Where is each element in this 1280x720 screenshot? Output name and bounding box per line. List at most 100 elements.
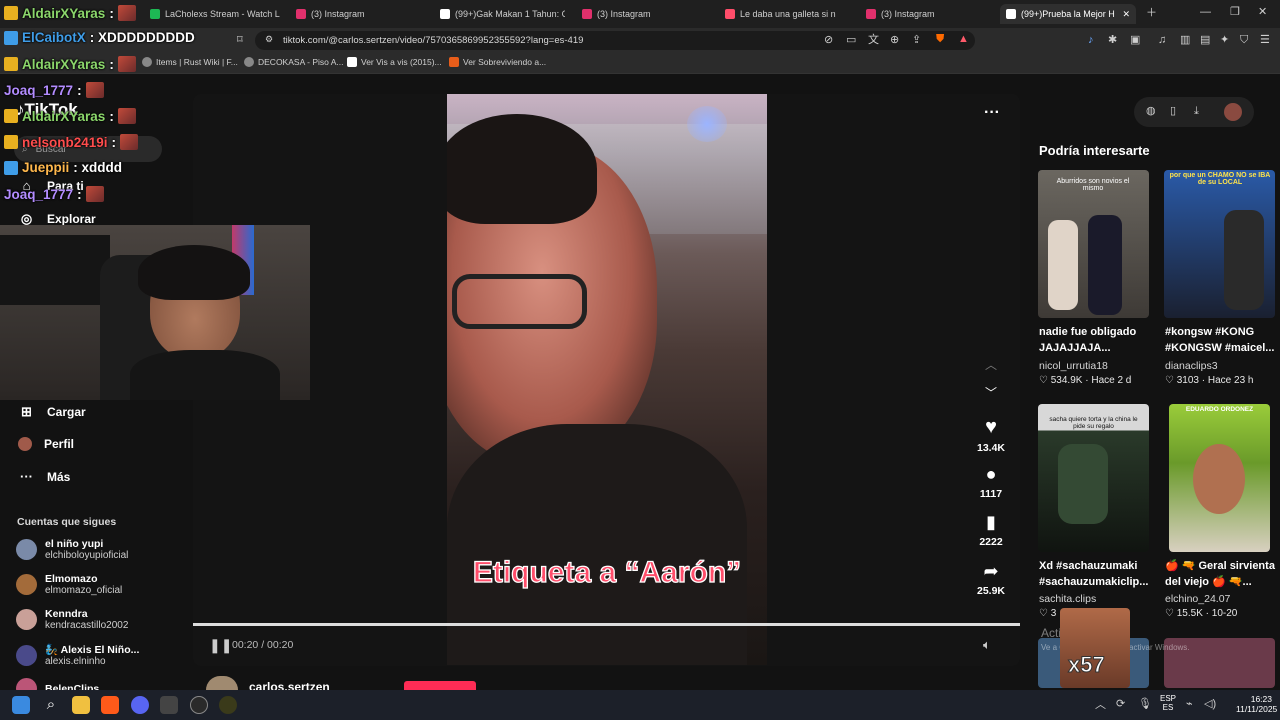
site-info-icon[interactable]: ⚙ — [265, 35, 273, 44]
app-icon[interactable] — [190, 696, 208, 714]
following-item[interactable]: Elmomazo elmomazo_oficial — [16, 573, 122, 596]
emote-multiplier: x57 — [1068, 652, 1106, 678]
language-indicator[interactable]: ESP ES — [1160, 694, 1176, 712]
media-icon[interactable]: ♫ — [1158, 35, 1166, 46]
cast-icon[interactable]: ▭ — [846, 35, 856, 46]
brave-shield-icon[interactable]: ⛊ — [936, 34, 944, 45]
browser-tab[interactable]: LaCholexs Stream - Watch Live — [150, 4, 280, 24]
new-tab-icon[interactable]: ＋ — [1146, 8, 1157, 19]
progress-track[interactable] — [193, 623, 1020, 626]
bookmark-icon[interactable]: ⌑ — [237, 35, 243, 46]
download-icon[interactable]: ⤓ — [1194, 106, 1199, 117]
avatar[interactable] — [1224, 103, 1242, 121]
follow-button[interactable] — [404, 681, 476, 690]
like-button[interactable]: ♥ 13.4K — [972, 416, 1010, 454]
browser-tab[interactable]: Le daba una galleta si n — [725, 4, 850, 24]
heart-outline-icon: ♡ — [1165, 608, 1177, 619]
chat-message: ElCaibotX: XDDDDDDDDD — [4, 30, 195, 45]
zoom-icon[interactable]: ⊕ — [890, 35, 899, 46]
bookmark-item[interactable]: DECOKASA - Piso A... — [244, 57, 344, 67]
sync-icon[interactable]: ⟳ — [1116, 699, 1125, 710]
menu-icon[interactable]: ☰ — [1260, 35, 1270, 46]
shirt-shape — [447, 424, 747, 665]
nav-more[interactable]: ··· Más — [18, 469, 70, 484]
share-icon[interactable]: ⇪ — [912, 35, 921, 46]
share-button[interactable]: ➦ 25.9K — [972, 561, 1010, 597]
app-icon[interactable] — [219, 696, 237, 714]
discord-icon[interactable] — [131, 696, 149, 714]
heart-outline-icon: ♡ — [1039, 375, 1051, 386]
tv-shape — [0, 235, 110, 305]
device-icon[interactable]: ▯ — [1170, 106, 1176, 117]
app-icon[interactable] — [160, 696, 178, 714]
vpn-icon[interactable]: ⛉ — [1240, 35, 1248, 46]
recommended-thumbnail[interactable]: Aburridos son novios el mismo — [1038, 170, 1149, 318]
chevron-down-icon[interactable]: ﹀ — [985, 384, 997, 401]
rewards-icon[interactable]: ▲ — [958, 34, 969, 45]
following-item[interactable]: el niño yupi elchiboloyupioficial — [16, 538, 128, 561]
close-tab-icon[interactable]: ✕ — [1122, 9, 1130, 20]
sidebar-icon[interactable]: ▥ — [1180, 35, 1190, 46]
following-item[interactable]: 🧞 Alexis El Niño... alexis.elninho — [16, 643, 139, 667]
recommended-thumbnail[interactable]: EDUARDO ORDONEZ — [1169, 404, 1270, 552]
twitch-badge-icon — [4, 160, 18, 175]
chat-message: AldairXYaras: — [4, 56, 136, 72]
more-options-icon[interactable]: ··· — [984, 104, 1000, 122]
nav-upload[interactable]: ⊞ Cargar — [18, 404, 86, 420]
wallet-icon[interactable]: ▣ — [1130, 35, 1140, 46]
chat-message: Joaq_1777: — [4, 186, 104, 202]
recommended-header: Podría interesarte — [1039, 143, 1150, 158]
following-item[interactable]: Kenndra kendracastillo2002 — [16, 608, 128, 631]
clock[interactable]: 16:23 11/11/2025 — [1236, 694, 1277, 714]
windows-start-icon[interactable] — [12, 696, 30, 714]
bookmark-item[interactable]: Items | Rust Wiki | F... — [142, 57, 238, 67]
network-icon[interactable]: ⌁ — [1186, 699, 1193, 710]
nav-profile[interactable]: Perfil — [18, 437, 74, 451]
author-avatar[interactable] — [206, 676, 238, 690]
browser-tab-active[interactable]: (99+)Prueba la Mejor H ✕ — [1000, 4, 1136, 24]
wallet-icon[interactable]: ▤ — [1200, 35, 1210, 46]
coin-icon[interactable]: ◍ — [1146, 106, 1156, 117]
person-shape — [1048, 220, 1078, 310]
pause-icon[interactable]: ❚❚ — [209, 637, 232, 654]
search-icon[interactable]: ⌕ — [42, 696, 60, 714]
file-explorer-icon[interactable] — [72, 696, 90, 714]
volume-icon[interactable]: ◁) — [1204, 699, 1216, 710]
avatar — [16, 574, 37, 595]
hair-shape — [447, 114, 597, 224]
volume-icon[interactable]: 🔈︎ — [983, 637, 991, 653]
chevron-up-icon[interactable]: ︿ — [985, 356, 997, 373]
browser-tab[interactable]: (3) Instagram — [296, 4, 426, 24]
recommended-thumbnail[interactable]: por que un CHAMO NO se IBA de su LOCAL — [1164, 170, 1275, 318]
following-header: Cuentas que sigues — [17, 516, 117, 528]
crown-badge-icon — [4, 6, 18, 20]
avatar — [16, 609, 37, 630]
url-input[interactable]: ⚙ tiktok.com/@carlos.sertzen/video/75703… — [255, 31, 975, 50]
emote-icon — [85, 82, 104, 98]
mic-icon[interactable]: 🎙︎ — [1138, 699, 1152, 710]
header-controls: ◍ ▯ ⤓ — [1134, 97, 1254, 127]
emote-icon — [117, 108, 136, 124]
leo-icon[interactable]: ✦ — [1220, 35, 1229, 46]
translate-icon[interactable]: 文 — [868, 35, 879, 46]
browser-tab[interactable]: (99+)Gak Makan 1 Tahun: Cer — [440, 4, 565, 24]
maximize-icon[interactable]: ❐ — [1230, 7, 1240, 18]
recommended-thumbnail[interactable]: sacha quiere torta y la china le pide su… — [1038, 404, 1149, 552]
bookmarks-bar: Items | Rust Wiki | F... DECOKASA - Piso… — [0, 53, 1280, 74]
close-window-icon[interactable]: ✕ — [1258, 7, 1267, 18]
tray-chevron-icon[interactable]: ︿ — [1095, 700, 1106, 711]
minimize-icon[interactable]: — — [1200, 7, 1211, 18]
progress-fill — [193, 623, 1020, 626]
bookmark-item[interactable]: Ver Sobreviviendo a... — [449, 57, 546, 67]
share-arrow-icon: ➦ — [983, 561, 999, 581]
save-button[interactable]: ▮ 2222 — [972, 512, 1010, 548]
brave-icon[interactable] — [101, 696, 119, 714]
audio-icon[interactable]: ♪ — [1088, 35, 1094, 46]
browser-tab[interactable]: (3) Instagram — [866, 4, 991, 24]
comment-button[interactable]: ● 1117 — [972, 464, 1010, 500]
extensions-icon[interactable]: ✱ — [1108, 35, 1117, 46]
reader-icon[interactable]: ⊘ — [824, 35, 833, 46]
browser-tab[interactable]: (3) Instagram — [582, 4, 712, 24]
author-name[interactable]: carlos.sertzen — [249, 680, 330, 690]
bookmark-item[interactable]: Ver Vis a vis (2015)... — [347, 57, 442, 67]
